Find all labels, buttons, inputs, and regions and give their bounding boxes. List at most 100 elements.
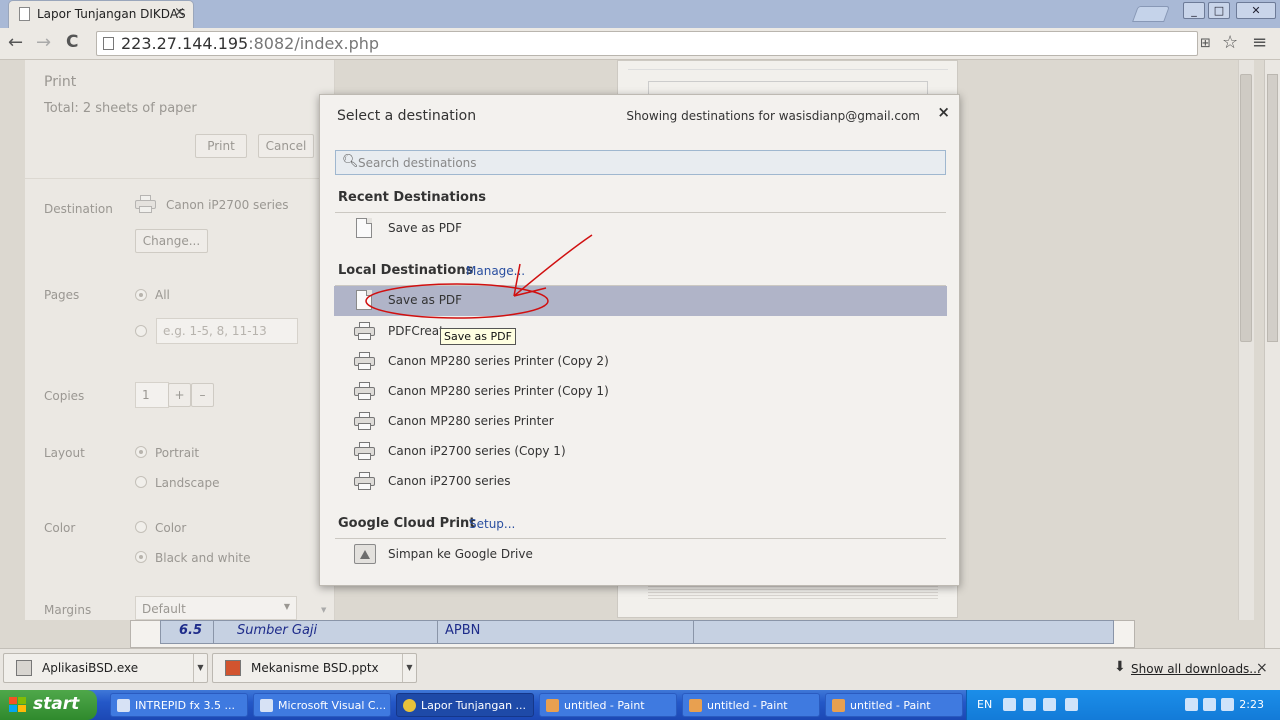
destination-label: PDFCreat [388,324,444,338]
tray-monitor-icon[interactable] [1023,698,1036,711]
divider [335,538,946,539]
tab-close-icon[interactable]: × [174,5,185,20]
language-indicator[interactable]: EN [977,698,992,711]
destination-label: Canon MP280 series Printer (Copy 2) [388,354,609,368]
minimize-button[interactable]: _ [1183,2,1205,19]
chevron-down-icon[interactable]: ▼ [193,654,207,682]
pages-all-radio[interactable] [135,289,147,301]
printer-icon [354,322,375,341]
color-option-label: Color [155,521,187,535]
start-button[interactable]: start [0,690,97,720]
margins-select[interactable]: Default ▼ [135,596,297,620]
menu-icon[interactable]: ≡ [1252,32,1267,53]
print-button[interactable]: Print [195,134,247,158]
tray-pen-icon[interactable] [1003,698,1016,711]
taskbar-item[interactable]: untitled - Paint [682,693,820,717]
pages-custom-radio[interactable] [135,325,147,337]
margins-value: Default [142,602,186,616]
portrait-radio[interactable] [135,446,147,458]
total-sheets: Total: 2 sheets of paper [44,101,197,116]
chevron-down-icon: ▼ [283,602,290,611]
start-label: start [33,694,80,714]
tray-monitor-icon[interactable] [1203,698,1216,711]
browser-tab[interactable]: Lapor Tunjangan DIKDAS × [8,0,194,28]
printer-icon [135,195,156,214]
layout-label: Layout [44,446,85,460]
pages-all-label: All [155,288,170,302]
local-destination-ip2700-copy1[interactable]: Canon iP2700 series (Copy 1) [334,437,947,467]
local-destination-pdfcreator[interactable]: PDFCreat [334,317,947,347]
tray-back-icon[interactable] [1185,698,1198,711]
forward-icon[interactable]: → [36,32,51,53]
search-input[interactable] [358,153,928,172]
cell-divider [693,621,694,643]
maximize-button[interactable]: □ [1208,2,1230,19]
show-all-downloads-link[interactable]: Show all downloads... [1131,662,1261,676]
close-window-button[interactable]: ✕ [1236,2,1276,19]
taskbar-item[interactable]: INTREPID fx 3.5 ... [110,693,248,717]
page-scroll-thumb[interactable] [1267,74,1278,342]
print-settings-panel: Print Total: 2 sheets of paper Print Can… [25,60,335,620]
bookmark-star-icon[interactable]: ☆ [1222,32,1238,53]
taskbar-item[interactable]: untitled - Paint [825,693,963,717]
new-tab-button[interactable] [1132,6,1170,22]
dialog-close-icon[interactable]: × [937,103,950,121]
account-info: Showing destinations for wasisdianp@gmai… [626,109,920,123]
download-item[interactable]: AplikasiBSD.exe ▼ [3,653,208,683]
tray-help-icon[interactable] [1043,698,1056,711]
back-icon[interactable]: ← [8,32,23,53]
color-radio[interactable] [135,521,147,533]
chrome-icon [403,699,416,712]
copies-minus-button[interactable]: – [191,383,214,407]
taskbar-item-active[interactable]: Lapor Tunjangan ... [396,693,534,717]
pages-label: Pages [44,288,80,302]
landscape-radio[interactable] [135,476,147,488]
destination-label: Canon iP2700 series (Copy 1) [388,444,566,458]
local-destination-save-pdf[interactable]: Save as PDF [334,286,947,316]
preview-scroll-thumb[interactable] [1240,74,1252,342]
local-destination-mp280-copy2[interactable]: Canon MP280 series Printer (Copy 2) [334,347,947,377]
reload-icon[interactable]: C [66,32,78,52]
download-item[interactable]: Mekanisme BSD.pptx ▼ [212,653,417,683]
taskbar-item[interactable]: Microsoft Visual C... [253,693,391,717]
windows-flag-icon [9,697,26,712]
system-tray: EN 2:23 [966,690,1280,720]
page-icon [19,7,30,21]
tray-volume-icon[interactable] [1221,698,1234,711]
cancel-button[interactable]: Cancel [258,134,314,158]
translate-icon[interactable]: ⊞ [1200,36,1211,51]
exe-file-icon [16,660,32,676]
local-destination-mp280[interactable]: Canon MP280 series Printer [334,407,947,437]
shelf-close-icon[interactable]: × [1256,660,1268,676]
table-row: 6.5 Sumber Gaji APBN [160,620,1114,644]
address-bar[interactable]: 223.27.144.195:8082/index.php [96,31,1198,56]
manage-link[interactable]: Manage... [466,264,525,278]
destination-label: Save as PDF [388,221,463,235]
copies-input[interactable]: 1 [135,382,169,408]
cell-divider [437,621,438,643]
change-destination-button[interactable]: Change... [135,229,208,253]
taskbar-item[interactable]: untitled - Paint [539,693,677,717]
app-icon [260,699,273,712]
divider [25,178,335,179]
taskbar-label: Lapor Tunjangan ... [421,699,527,712]
print-heading: Print [44,74,77,90]
recent-destination-save-pdf[interactable]: Save as PDF [334,214,947,244]
search-icon: 🔍︎ [342,154,359,169]
page-icon [103,37,114,50]
setup-link[interactable]: Setup... [469,517,515,531]
pages-input[interactable]: e.g. 1-5, 8, 11-13 [156,318,298,344]
local-destination-ip2700[interactable]: Canon iP2700 series [334,467,947,497]
chevron-down-icon[interactable]: ▼ [402,654,416,682]
tray-network-icon[interactable] [1065,698,1078,711]
row-number: 6.5 [179,623,203,638]
scroll-down-icon[interactable]: ▼ [321,606,326,614]
paint-icon [546,699,559,712]
cloud-destination-google-drive[interactable]: Simpan ke Google Drive [334,540,947,570]
destination-value: Canon iP2700 series [166,198,289,212]
search-destinations[interactable]: 🔍︎ [335,150,946,175]
copies-plus-button[interactable]: + [168,383,191,407]
local-destination-mp280-copy1[interactable]: Canon MP280 series Printer (Copy 1) [334,377,947,407]
google-cloud-print-header: Google Cloud Print [338,516,476,531]
black-white-radio[interactable] [135,551,147,563]
